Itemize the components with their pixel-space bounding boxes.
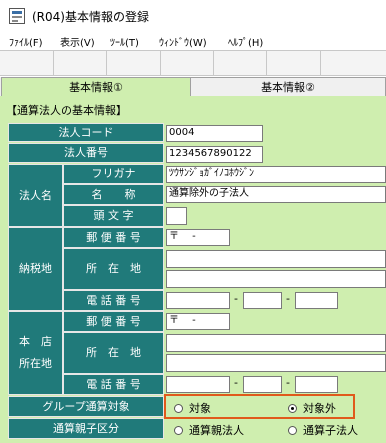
phone-dash: - [234, 376, 238, 389]
radio-non-target[interactable]: 対象外 [288, 400, 336, 416]
toolbar [0, 50, 386, 76]
tab-basic-info-2[interactable]: 基本情報② [190, 77, 386, 97]
tab-strip: 基本情報① 基本情報② [0, 77, 386, 97]
radio-child[interactable]: 通算子法人 [288, 422, 358, 438]
toolbar-divider [106, 51, 107, 75]
corp-name-label: 法人名 [8, 164, 63, 227]
toolbar-divider [160, 51, 161, 75]
radio-parent[interactable]: 通算親法人 [174, 422, 244, 438]
tax-postal-label: 郵 便 番 号 [63, 227, 164, 248]
section-title: 【通算法人の基本情報】 [6, 104, 127, 117]
tax-place-label: 納税地 [8, 227, 63, 311]
office-postal-input[interactable]: 〒 - [166, 313, 230, 330]
tax-phone-label: 電 話 番 号 [63, 290, 164, 311]
head-char-input[interactable] [166, 207, 187, 225]
menu-file[interactable]: ﾌｧｲﾙ(F) [9, 34, 43, 49]
head-char-label: 頭 文 字 [63, 205, 164, 227]
corp-code-label: 法人コード [8, 123, 164, 142]
menu-bar: ﾌｧｲﾙ(F) 表示(V) ﾂｰﾙ(T) ｳｨﾝﾄﾞｳ(W) ﾍﾙﾌﾟ(H) [0, 32, 386, 50]
office-address-line2[interactable] [166, 354, 386, 372]
office-phone-label: 電 話 番 号 [63, 374, 164, 395]
group-target-label: グループ通算対象 [8, 396, 164, 417]
furigana-input[interactable]: ﾂｳｻﾝｼﾞｮｶﾞｲﾉｺﾎｳｼﾞﾝ [166, 166, 386, 183]
tax-postal-input[interactable]: 〒 - [166, 229, 230, 246]
head-office-label: 本 店 所在地 [8, 311, 63, 395]
menu-view[interactable]: 表示(V) [60, 34, 95, 49]
corp-code-input[interactable]: 0004 [166, 125, 263, 142]
name-input[interactable]: 通算除外の子法人 [166, 186, 386, 203]
parent-child-label: 通算親子区分 [8, 418, 164, 439]
tax-phone-part2[interactable] [243, 292, 282, 309]
tax-phone-part1[interactable] [166, 292, 230, 309]
office-phone-part3[interactable] [295, 376, 338, 393]
office-address-label: 所 在 地 [63, 332, 164, 374]
main-window: (R04)基本情報の登録 ﾌｧｲﾙ(F) 表示(V) ﾂｰﾙ(T) ｳｨﾝﾄﾞｳ… [0, 0, 386, 443]
menu-help[interactable]: ﾍﾙﾌﾟ(H) [228, 34, 263, 49]
toolbar-divider [53, 51, 54, 75]
menu-tool[interactable]: ﾂｰﾙ(T) [110, 34, 139, 49]
phone-dash: - [286, 376, 290, 389]
phone-dash: - [286, 292, 290, 305]
radio-non-target-circle[interactable] [288, 403, 297, 413]
radio-parent-circle[interactable] [174, 425, 183, 435]
office-postal-label: 郵 便 番 号 [63, 311, 164, 332]
toolbar-divider [213, 51, 214, 75]
phone-dash: - [234, 292, 238, 305]
radio-target[interactable]: 対象 [174, 400, 211, 416]
furigana-label: フリガナ [63, 164, 164, 184]
radio-child-label: 通算子法人 [303, 424, 358, 437]
tax-address-line2[interactable] [166, 270, 386, 288]
toolbar-divider [320, 51, 321, 75]
menu-window[interactable]: ｳｨﾝﾄﾞｳ(W) [159, 34, 207, 49]
corp-number-label: 法人番号 [8, 143, 164, 163]
title-bar: (R04)基本情報の登録 [0, 0, 386, 32]
head-office-label-line2: 所在地 [19, 357, 52, 370]
corp-number-input[interactable]: 1234567890122 [166, 146, 263, 163]
office-phone-part2[interactable] [243, 376, 282, 393]
radio-non-target-label: 対象外 [303, 402, 336, 415]
tax-address-label: 所 在 地 [63, 248, 164, 290]
radio-target-circle[interactable] [174, 403, 183, 413]
tax-address-line1[interactable] [166, 250, 386, 268]
form-panel: 【通算法人の基本情報】 法人コード 0004 法人番号 123456789012… [0, 96, 386, 443]
radio-target-label: 対象 [189, 402, 211, 415]
name-label: 名 称 [63, 184, 164, 205]
toolbar-divider [266, 51, 267, 75]
window-title: (R04)基本情報の登録 [32, 10, 149, 24]
head-office-label-line1: 本 店 [19, 335, 52, 348]
office-phone-part1[interactable] [166, 376, 230, 393]
radio-parent-label: 通算親法人 [189, 424, 244, 437]
office-address-line1[interactable] [166, 334, 386, 352]
tax-phone-part3[interactable] [295, 292, 338, 309]
radio-child-circle[interactable] [288, 425, 297, 435]
app-icon [9, 8, 25, 24]
tab-basic-info-1[interactable]: 基本情報① [1, 77, 191, 97]
